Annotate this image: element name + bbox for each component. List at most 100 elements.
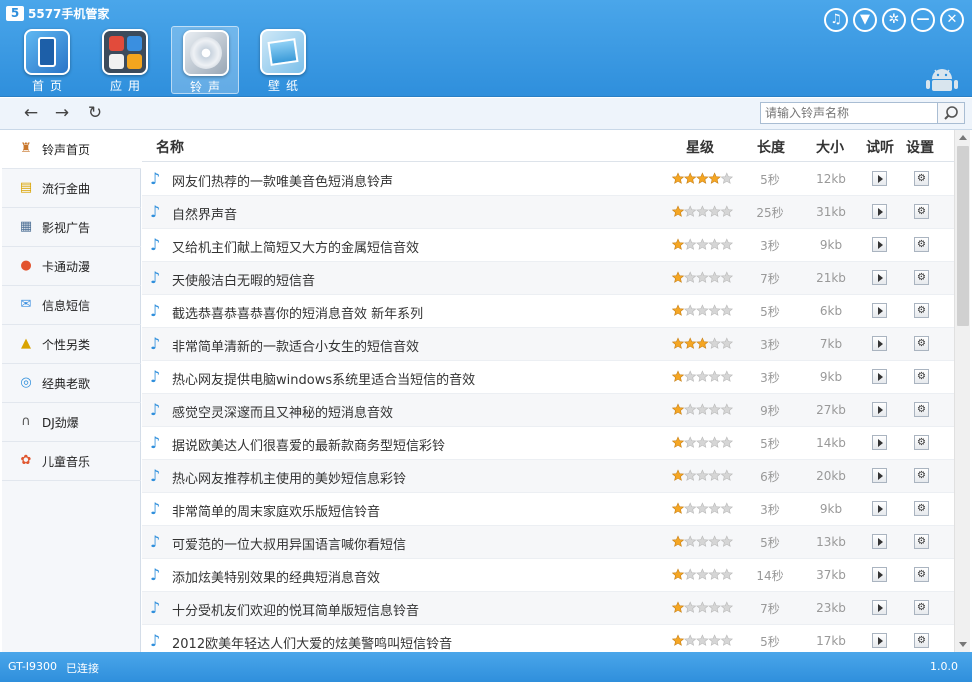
play-button[interactable]: [872, 303, 887, 318]
phone-icon: [24, 29, 70, 75]
ringtone-name: 热心网友推荐机主使用的美妙短信息彩铃: [172, 472, 407, 487]
star-filled-icon: [672, 568, 685, 580]
col-rating[interactable]: 星级: [686, 137, 714, 157]
set-ringtone-button[interactable]: ⚙: [914, 336, 929, 351]
sidebar-item[interactable]: ● 卡通动漫: [2, 247, 141, 286]
back-button[interactable]: ←: [21, 103, 41, 123]
star-empty-icon: [720, 304, 734, 316]
message-icon: ✉: [20, 297, 32, 312]
minimize-icon[interactable]: —: [911, 8, 935, 32]
nav-apps[interactable]: 应用: [91, 26, 159, 94]
scroll-down-icon[interactable]: [955, 636, 971, 652]
ringtone-size: 12kb: [816, 172, 846, 186]
set-ringtone-button[interactable]: ⚙: [914, 468, 929, 483]
play-button[interactable]: [872, 600, 887, 615]
table-row[interactable]: ♪ 天使般洁白无暇的短信音 7秒 21kb ⚙: [142, 262, 954, 295]
nav-home[interactable]: 首页: [13, 26, 81, 94]
table-row[interactable]: ♪ 添加炫美特别效果的经典短消息音效 14秒 37kb ⚙: [142, 559, 954, 592]
nav-ringtones-label: 铃声: [189, 80, 226, 94]
play-button[interactable]: [872, 369, 887, 384]
set-ringtone-button[interactable]: ⚙: [914, 501, 929, 516]
search-input[interactable]: [760, 102, 938, 124]
apps-icon: [102, 29, 148, 75]
table-row[interactable]: ♪ 非常简单清新的一款适合小女生的短信音效 3秒 7kb ⚙: [142, 328, 954, 361]
table-row[interactable]: ♪ 2012欧美年轻达人们大爱的炫美警鸣叫短信铃音 5秒 17kb ⚙: [142, 625, 954, 652]
play-button[interactable]: [872, 204, 887, 219]
play-button[interactable]: [872, 468, 887, 483]
star-filled-icon: [672, 370, 685, 382]
play-button[interactable]: [872, 435, 887, 450]
table-row[interactable]: ♪ 感觉空灵深邃而且又神秘的短消息音效 9秒 27kb ⚙: [142, 394, 954, 427]
nav-ringtones[interactable]: 铃声: [171, 26, 239, 94]
star-empty-icon: [720, 172, 734, 184]
forward-button[interactable]: →: [52, 103, 72, 123]
sidebar-item-label: 信息短信: [42, 299, 91, 313]
search-button[interactable]: [937, 102, 965, 124]
play-button[interactable]: [872, 270, 887, 285]
set-ringtone-button[interactable]: ⚙: [914, 534, 929, 549]
star-rating: [672, 205, 734, 217]
star-filled-icon: [672, 238, 685, 250]
table-row[interactable]: ♪ 据说欧美达人们很喜爱的最新款商务型短信彩铃 5秒 14kb ⚙: [142, 427, 954, 460]
sidebar-item[interactable]: ▦ 影视广告: [2, 208, 141, 247]
table-row[interactable]: ♪ 又给机主们献上简短又大方的金属短信音效 3秒 9kb ⚙: [142, 229, 954, 262]
table-row[interactable]: ♪ 十分受机友们欢迎的悦耳简单版短信息铃音 7秒 23kb ⚙: [142, 592, 954, 625]
sidebar-item[interactable]: ♜ 铃声首页: [2, 130, 141, 169]
set-ringtone-button[interactable]: ⚙: [914, 204, 929, 219]
music-icon[interactable]: ♫: [824, 8, 848, 32]
set-ringtone-button[interactable]: ⚙: [914, 567, 929, 582]
ringtone-duration: 5秒: [760, 173, 780, 187]
scroll-up-icon[interactable]: [955, 130, 971, 146]
scrollbar[interactable]: [954, 130, 970, 652]
set-ringtone-button[interactable]: ⚙: [914, 303, 929, 318]
scroll-thumb[interactable]: [957, 146, 969, 326]
table-row[interactable]: ♪ 网友们热荐的一款唯美音色短消息铃声 5秒 12kb ⚙: [142, 163, 954, 196]
set-ringtone-button[interactable]: ⚙: [914, 171, 929, 186]
table-row[interactable]: ♪ 非常简单的周末家庭欢乐版短信铃音 3秒 9kb ⚙: [142, 493, 954, 526]
play-button[interactable]: [872, 171, 887, 186]
play-button[interactable]: [872, 402, 887, 417]
refresh-button[interactable]: ↻: [85, 103, 105, 123]
ringtone-duration: 5秒: [760, 305, 780, 319]
cartoon-icon: ●: [20, 258, 32, 273]
set-ringtone-button[interactable]: ⚙: [914, 237, 929, 252]
star-empty-icon: [683, 403, 697, 415]
nav-wallpaper[interactable]: 壁纸: [249, 26, 317, 94]
sidebar-item[interactable]: ▲ 个性另类: [2, 325, 141, 364]
table-row[interactable]: ♪ 热心网友提供电脑windows系统里适合当短信的音效 3秒 9kb ⚙: [142, 361, 954, 394]
star-empty-icon: [683, 436, 697, 448]
set-ringtone-button[interactable]: ⚙: [914, 600, 929, 615]
sidebar-item[interactable]: ✿ 儿童音乐: [2, 442, 141, 481]
set-ringtone-button[interactable]: ⚙: [914, 402, 929, 417]
sidebar-item[interactable]: ✉ 信息短信: [2, 286, 141, 325]
ringtone-size: 31kb: [816, 205, 846, 219]
col-name[interactable]: 名称: [156, 137, 184, 157]
table-row[interactable]: ♪ 热心网友推荐机主使用的美妙短信息彩铃 6秒 20kb ⚙: [142, 460, 954, 493]
sidebar-item[interactable]: ◎ 经典老歌: [2, 364, 141, 403]
list-header: 名称 星级 长度 大小 试听 设置: [142, 130, 954, 162]
sidebar-item[interactable]: ∩ DJ劲爆: [2, 403, 141, 442]
close-icon[interactable]: ✕: [940, 8, 964, 32]
play-button[interactable]: [872, 534, 887, 549]
play-button[interactable]: [872, 567, 887, 582]
play-button[interactable]: [872, 501, 887, 516]
set-ringtone-button[interactable]: ⚙: [914, 369, 929, 384]
ringtone-name: 截选恭喜恭喜恭喜你的短消息音效 新年系列: [172, 307, 424, 322]
play-button[interactable]: [872, 633, 887, 648]
set-ringtone-button[interactable]: ⚙: [914, 633, 929, 648]
table-row[interactable]: ♪ 可爱范的一位大叔用异国语言喊你看短信 5秒 13kb ⚙: [142, 526, 954, 559]
play-button[interactable]: [872, 237, 887, 252]
col-duration[interactable]: 长度: [757, 137, 785, 157]
star-filled-icon: [672, 337, 685, 349]
col-size[interactable]: 大小: [816, 137, 844, 157]
shirt-icon[interactable]: ▼: [853, 8, 877, 32]
search-icon: [944, 106, 958, 120]
table-row[interactable]: ♪ 自然界声音 25秒 31kb ⚙: [142, 196, 954, 229]
sidebar-item[interactable]: ▤ 流行金曲: [2, 169, 141, 208]
gear-icon[interactable]: ✲: [882, 8, 906, 32]
set-ringtone-button[interactable]: ⚙: [914, 270, 929, 285]
table-row[interactable]: ♪ 截选恭喜恭喜恭喜你的短消息音效 新年系列 5秒 6kb ⚙: [142, 295, 954, 328]
set-ringtone-button[interactable]: ⚙: [914, 435, 929, 450]
play-button[interactable]: [872, 336, 887, 351]
star-empty-icon: [720, 370, 734, 382]
